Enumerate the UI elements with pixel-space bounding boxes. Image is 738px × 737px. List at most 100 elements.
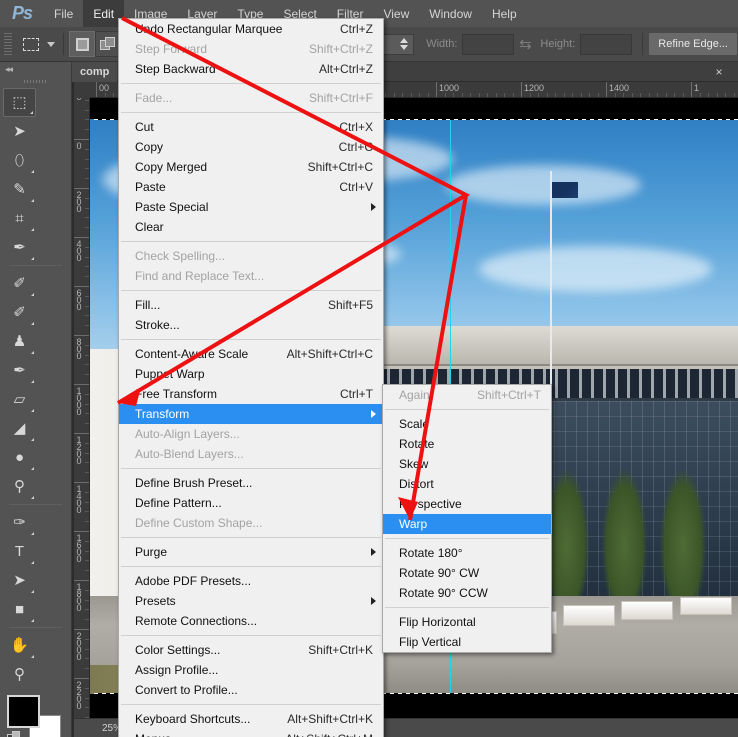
menu-item-flip-vertical[interactable]: Flip Vertical: [383, 632, 551, 652]
tools-panel: ◂◂ ⬚➤⬯✎⌗✒✐✐♟✒▱◢●⚲✑T➤■✋⚲ ◌ ❐: [0, 62, 72, 737]
ruler-corner[interactable]: [74, 82, 90, 98]
foreground-color-swatch[interactable]: [7, 695, 40, 728]
clone-stamp-tool[interactable]: ♟: [3, 327, 36, 356]
menu-item-paste-special[interactable]: Paste Special: [119, 197, 383, 217]
tool-preset-chevron-down-icon[interactable]: [44, 32, 58, 56]
menu-item-skew[interactable]: Skew: [383, 454, 551, 474]
refine-edge-button[interactable]: Refine Edge...: [648, 32, 738, 56]
menu-item-step-backward[interactable]: Step Backward Alt+Ctrl+Z: [119, 59, 383, 79]
ruler-minor-tick: [113, 93, 114, 97]
photoshop-logo: Ps: [11, 3, 33, 23]
menu-item-shortcut: Ctrl+V: [339, 180, 373, 194]
zoom-tool[interactable]: ⚲: [3, 660, 36, 689]
eraser-tool[interactable]: ▱: [3, 385, 36, 414]
menu-item-rotate-90-ccw[interactable]: Rotate 90° CCW: [383, 583, 551, 603]
menu-item-keyboard-shortcuts[interactable]: Keyboard Shortcuts... Alt+Shift+Ctrl+K: [119, 709, 383, 729]
ruler-major-tick: [74, 433, 89, 434]
pen-tool[interactable]: ✑: [3, 508, 36, 537]
options-bar-grip[interactable]: [4, 33, 12, 55]
menu-item-clear[interactable]: Clear: [119, 217, 383, 237]
document-tab[interactable]: comp: [72, 62, 118, 82]
rectangular-marquee-icon[interactable]: [18, 32, 44, 56]
menu-item-copy-merged[interactable]: Copy Merged Shift+Ctrl+C: [119, 157, 383, 177]
gradient-icon: ◢: [13, 420, 26, 437]
ruler-minor-tick: [580, 93, 582, 97]
ruler-minor-tick: [85, 393, 89, 395]
menu-item-copy[interactable]: Copy Ctrl+C: [119, 137, 383, 157]
height-label: Height:: [540, 38, 576, 50]
menu-item-shortcut: Ctrl+C: [338, 140, 373, 154]
vertical-ruler[interactable]: 0 0 200 400 600 800 1000 1200 1400 1600 1800 2000 22…: [74, 98, 90, 718]
horizontal-type-tool[interactable]: T: [3, 537, 36, 566]
menu-window[interactable]: Window: [419, 0, 482, 27]
crop-tool[interactable]: ⌗: [3, 204, 36, 233]
menu-item-convert-to-profile[interactable]: Convert to Profile...: [119, 680, 383, 700]
history-brush-tool[interactable]: ✒: [3, 356, 36, 385]
menu-item-assign-profile[interactable]: Assign Profile...: [119, 660, 383, 680]
menu-item-warp[interactable]: Warp: [383, 514, 551, 534]
menu-item-presets[interactable]: Presets: [119, 591, 383, 611]
tool-more-icon: [31, 293, 34, 296]
rectangular-marquee-tool[interactable]: ⬚: [3, 88, 36, 117]
new-selection-button[interactable]: [69, 31, 95, 57]
reset-colors-icon[interactable]: [7, 731, 22, 737]
menu-item-rotate-90-cw[interactable]: Rotate 90° CW: [383, 563, 551, 583]
width-input[interactable]: [462, 33, 515, 55]
menu-item-define-brush-preset[interactable]: Define Brush Preset...: [119, 473, 383, 493]
menu-item-shortcut: Shift+Ctrl+Z: [308, 42, 373, 56]
menu-item-transform[interactable]: Transform: [119, 404, 383, 424]
hand-tool[interactable]: ✋: [3, 631, 36, 660]
menu-item-free-transform[interactable]: Free Transform Ctrl+T: [119, 384, 383, 404]
menu-item-define-pattern[interactable]: Define Pattern...: [119, 493, 383, 513]
height-input[interactable]: [580, 33, 633, 55]
lasso-tool[interactable]: ⬯: [3, 146, 36, 175]
dodge-tool[interactable]: ⚲: [3, 472, 36, 501]
blur-tool[interactable]: ●: [3, 443, 36, 472]
menu-file[interactable]: File: [44, 0, 83, 27]
menu-item-paste[interactable]: Paste Ctrl+V: [119, 177, 383, 197]
eyedropper-tool[interactable]: ✒: [3, 233, 36, 262]
menu-item-rotate[interactable]: Rotate: [383, 434, 551, 454]
ruler-minor-tick: [487, 93, 488, 97]
brush-tool[interactable]: ✐: [3, 298, 36, 327]
move-tool[interactable]: ➤: [3, 117, 36, 146]
menu-item-content-aware-scale[interactable]: Content-Aware Scale Alt+Shift+Ctrl+C: [119, 344, 383, 364]
ruler-minor-tick: [85, 589, 89, 591]
menu-item-stroke[interactable]: Stroke...: [119, 315, 383, 335]
spot-healing-brush-tool[interactable]: ✐: [3, 269, 36, 298]
menu-help[interactable]: Help: [482, 0, 527, 27]
menu-item-undo-rectangular-marquee[interactable]: Undo Rectangular Marquee Ctrl+Z: [119, 19, 383, 39]
menu-item-rotate-180[interactable]: Rotate 180°: [383, 543, 551, 563]
menu-item-shortcut: Shift+Ctrl+C: [307, 160, 373, 174]
tools-panel-grip[interactable]: [0, 76, 71, 86]
menu-item-purge[interactable]: Purge: [119, 542, 383, 562]
menu-item-cut[interactable]: Cut Ctrl+X: [119, 117, 383, 137]
menu-item-perspective[interactable]: Perspective: [383, 494, 551, 514]
menu-item-distort[interactable]: Distort: [383, 474, 551, 494]
eyedropper-icon: ✒: [13, 239, 26, 256]
menu-item-fill[interactable]: Fill... Shift+F5: [119, 295, 383, 315]
edit-menu-dropdown[interactable]: Undo Rectangular Marquee Ctrl+Z Step Forwa…: [118, 18, 384, 737]
menu-item-scale[interactable]: Scale: [383, 414, 551, 434]
collapse-panel-icon[interactable]: ◂◂: [0, 62, 71, 76]
menu-item-menus[interactable]: Menus... Alt+Shift+Ctrl+M: [119, 729, 383, 737]
menu-item-color-settings[interactable]: Color Settings... Shift+Ctrl+K: [119, 640, 383, 660]
transform-submenu-dropdown[interactable]: Again Shift+Ctrl+T Scale Rotate Skew Distort P…: [382, 384, 552, 653]
gradient-tool[interactable]: ◢: [3, 414, 36, 443]
quick-selection-tool[interactable]: ✎: [3, 175, 36, 204]
close-icon[interactable]: ×: [708, 62, 730, 82]
swap-width-height-icon[interactable]: ⇆: [514, 35, 536, 53]
path-selection-icon: ➤: [13, 572, 26, 589]
pen-icon: ✑: [13, 514, 26, 531]
menu-item-flip-horizontal[interactable]: Flip Horizontal: [383, 612, 551, 632]
path-selection-tool[interactable]: ➤: [3, 566, 36, 595]
clone-stamp-icon: ♟: [12, 333, 27, 350]
menu-item-remote-connections[interactable]: Remote Connections...: [119, 611, 383, 631]
ruler-minor-tick: [563, 93, 565, 97]
rectangle-tool[interactable]: ■: [3, 595, 36, 624]
ruler-minor-tick: [478, 93, 480, 97]
menu-item-adobe-pdf-presets[interactable]: Adobe PDF Presets...: [119, 571, 383, 591]
zoom-level[interactable]: 25%: [74, 723, 122, 734]
ruler-label: 800: [74, 337, 84, 358]
menu-item-puppet-warp[interactable]: Puppet Warp: [119, 364, 383, 384]
